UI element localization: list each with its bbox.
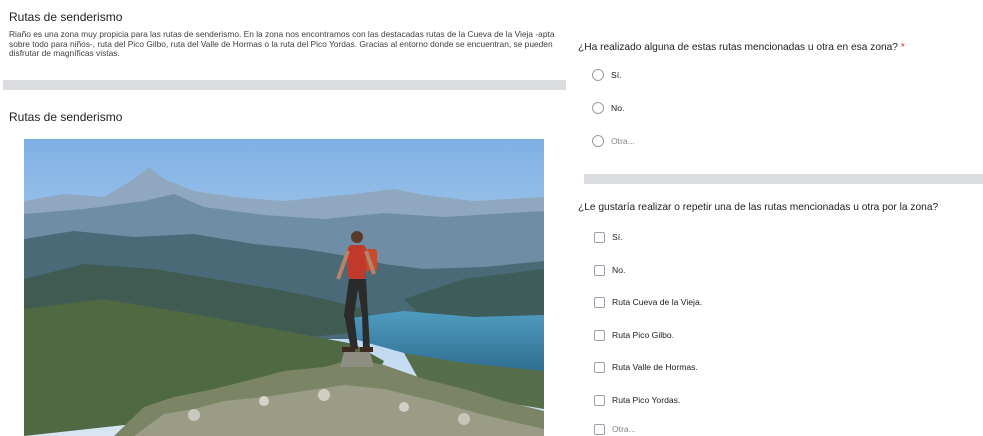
question-1-text: ¿Ha realizado alguna de estas rutas menc… (578, 42, 898, 53)
q2-option-si[interactable]: Sí. (592, 230, 623, 244)
option-label: Ruta Cueva de la Vieja. (612, 297, 703, 307)
q1-option-si[interactable]: Sí. (592, 68, 622, 82)
section-title: Rutas de senderismo (9, 10, 123, 24)
q1-option-no[interactable]: No. (592, 101, 624, 115)
option-label: Sí. (611, 70, 622, 80)
question-divider (584, 174, 983, 184)
option-label: Otra... (611, 136, 635, 146)
form-page: Rutas de senderismo Riaño es una zona mu… (0, 0, 983, 436)
option-label: No. (611, 103, 625, 113)
radio-button[interactable] (592, 135, 604, 147)
checkbox[interactable] (594, 329, 605, 341)
checkbox[interactable] (594, 264, 605, 276)
left-column: Rutas de senderismo Riaño es una zona mu… (0, 0, 566, 436)
q2-option-cueva-vieja[interactable]: Ruta Cueva de la Vieja. (592, 295, 702, 309)
q2-option-pico-gilbo[interactable]: Ruta Pico Gilbo. (592, 328, 674, 342)
right-column: ¿Ha realizado alguna de estas rutas menc… (578, 0, 983, 436)
checkbox[interactable] (594, 394, 605, 406)
q2-option-pico-yordas[interactable]: Ruta Pico Yordas. (592, 393, 680, 407)
checkbox[interactable] (594, 423, 605, 435)
image-title: Rutas de senderismo (9, 110, 123, 124)
option-label: Ruta Valle de Hormas. (612, 362, 698, 372)
q1-option-otra[interactable]: Otra... (592, 134, 635, 148)
option-label: No. (612, 265, 626, 275)
required-marker: * (900, 42, 905, 53)
question-2-title: ¿Le gustaría realizar o repetir una de l… (578, 202, 939, 213)
checkbox[interactable] (594, 296, 605, 308)
option-label: Ruta Pico Yordas. (612, 395, 681, 405)
q2-option-otra[interactable]: Otra... (592, 422, 636, 436)
radio-button[interactable] (592, 102, 604, 114)
checkbox[interactable] (594, 231, 605, 243)
radio-button[interactable] (592, 69, 604, 81)
q2-option-no[interactable]: No. (592, 263, 625, 277)
option-label: Sí. (612, 232, 623, 242)
section-divider (3, 80, 566, 90)
q2-option-valle-hormas[interactable]: Ruta Valle de Hormas. (592, 360, 698, 374)
question-1-title: ¿Ha realizado alguna de estas rutas menc… (578, 42, 905, 53)
checkbox[interactable] (594, 361, 605, 373)
option-label: Ruta Pico Gilbo. (612, 330, 675, 340)
section-description: Riaño es una zona muy propicia para las … (9, 29, 555, 59)
hiking-photo (24, 139, 544, 436)
option-label: Otra... (612, 424, 636, 434)
